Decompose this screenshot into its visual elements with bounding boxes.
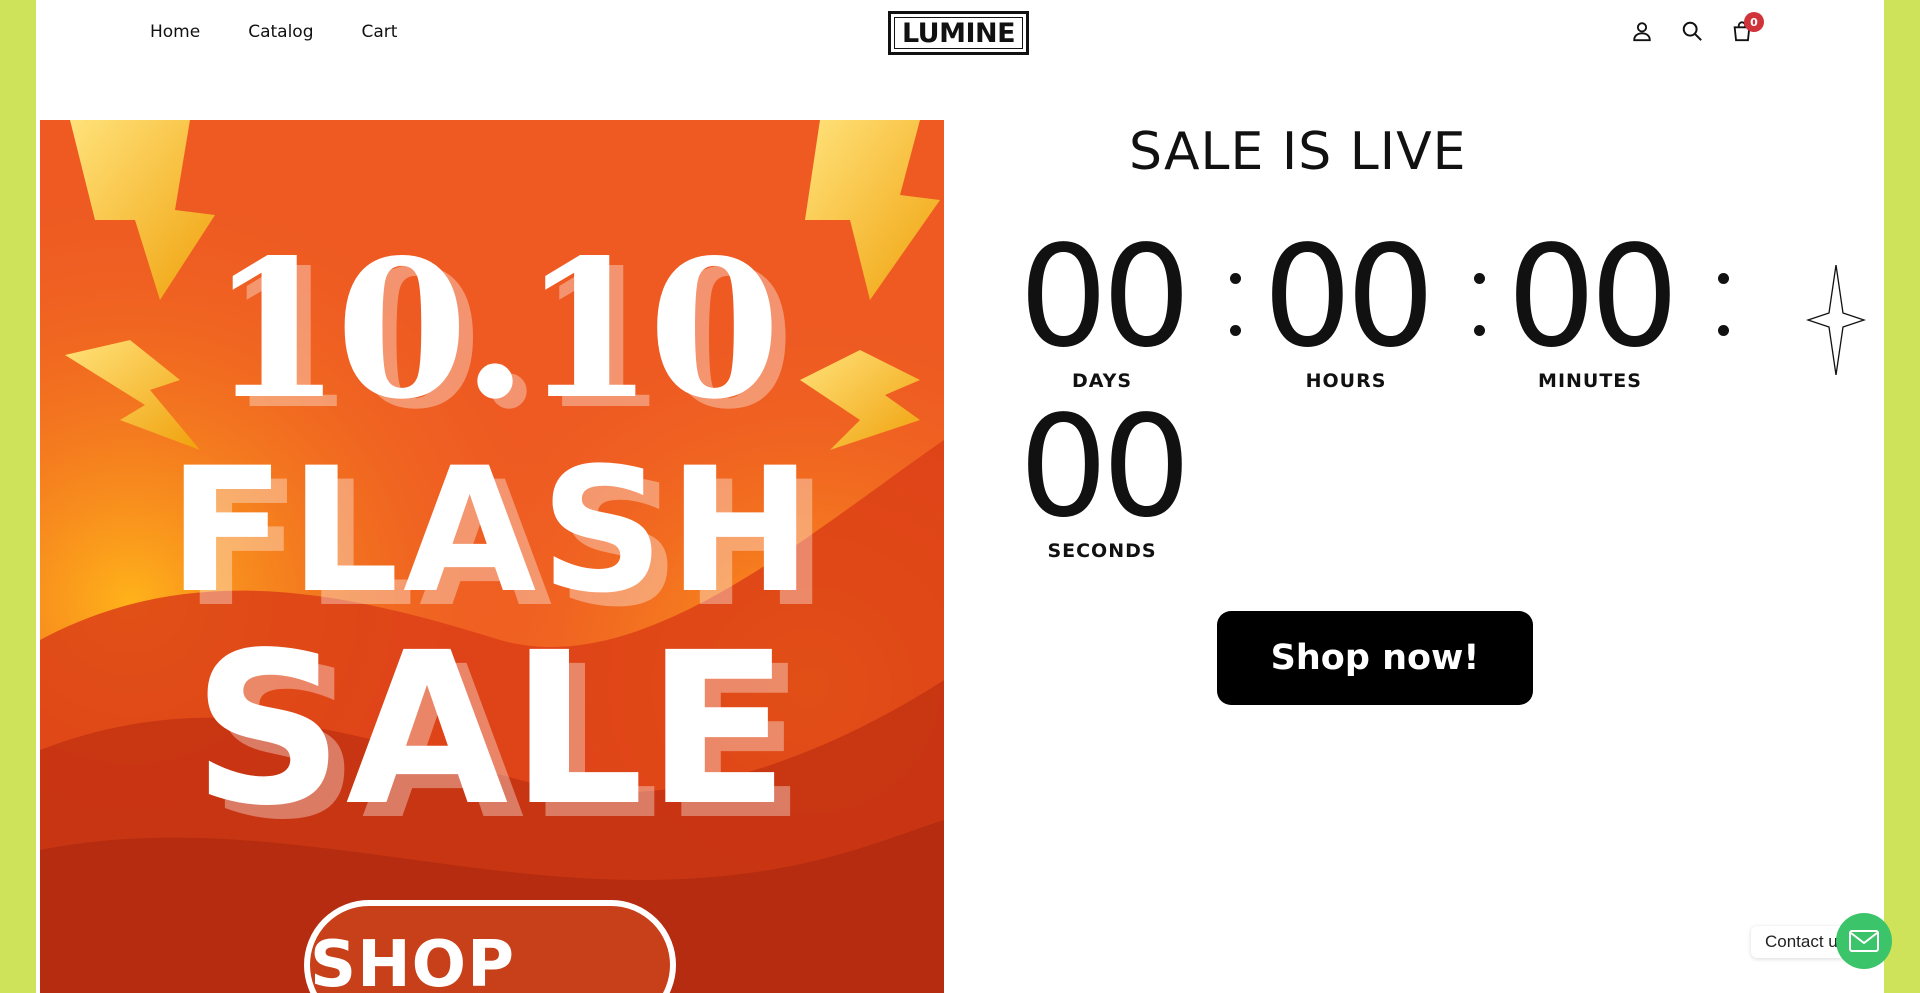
cart-count-badge: 0 — [1744, 12, 1764, 32]
shop-now-button[interactable]: Shop now! — [1217, 611, 1533, 705]
page: Home Catalog Cart LUMINE 0 10.10 FLASH S… — [36, 0, 1884, 993]
countdown-minutes: 00 MINUTES — [1505, 216, 1679, 393]
countdown-separator — [1715, 273, 1729, 343]
countdown-seconds-value: 00 — [1018, 386, 1191, 549]
banner-sale-text: SALE — [192, 607, 792, 852]
site-header: Home Catalog Cart LUMINE 0 — [36, 0, 1884, 70]
countdown-days: 00 DAYS — [1017, 216, 1191, 393]
banner-flash-text: FLASH — [167, 430, 817, 631]
search-icon[interactable] — [1681, 20, 1703, 42]
sparkle-star-icon — [1806, 265, 1866, 375]
nav-home-link[interactable]: Home — [150, 22, 200, 42]
sale-title: SALE IS LIVE — [1129, 122, 1467, 182]
countdown-separator — [1227, 273, 1241, 343]
countdown-minutes-value: 00 — [1506, 216, 1679, 379]
site-logo[interactable]: LUMINE — [888, 11, 1029, 55]
flash-sale-banner[interactable]: 10.10 FLASH SALE SHOP NOW — [40, 120, 944, 993]
nav-catalog-link[interactable]: Catalog — [248, 22, 313, 42]
countdown-hours: 00 HOURS — [1261, 216, 1435, 393]
mail-icon — [1849, 930, 1879, 952]
banner-shop-now-button[interactable]: SHOP NOW — [304, 900, 676, 993]
banner-date: 10.10 — [209, 218, 781, 441]
bag-icon[interactable]: 0 — [1731, 12, 1764, 42]
user-icon[interactable] — [1631, 20, 1653, 42]
countdown-days-value: 00 — [1018, 216, 1191, 379]
main-nav: Home Catalog Cart — [150, 22, 397, 42]
nav-cart-link[interactable]: Cart — [362, 22, 398, 42]
countdown-separator — [1471, 273, 1485, 343]
countdown-seconds: 00 SECONDS — [1017, 386, 1191, 563]
header-icons: 0 — [1631, 12, 1764, 42]
countdown-hours-value: 00 — [1262, 216, 1435, 379]
contact-us-button[interactable] — [1836, 913, 1892, 969]
